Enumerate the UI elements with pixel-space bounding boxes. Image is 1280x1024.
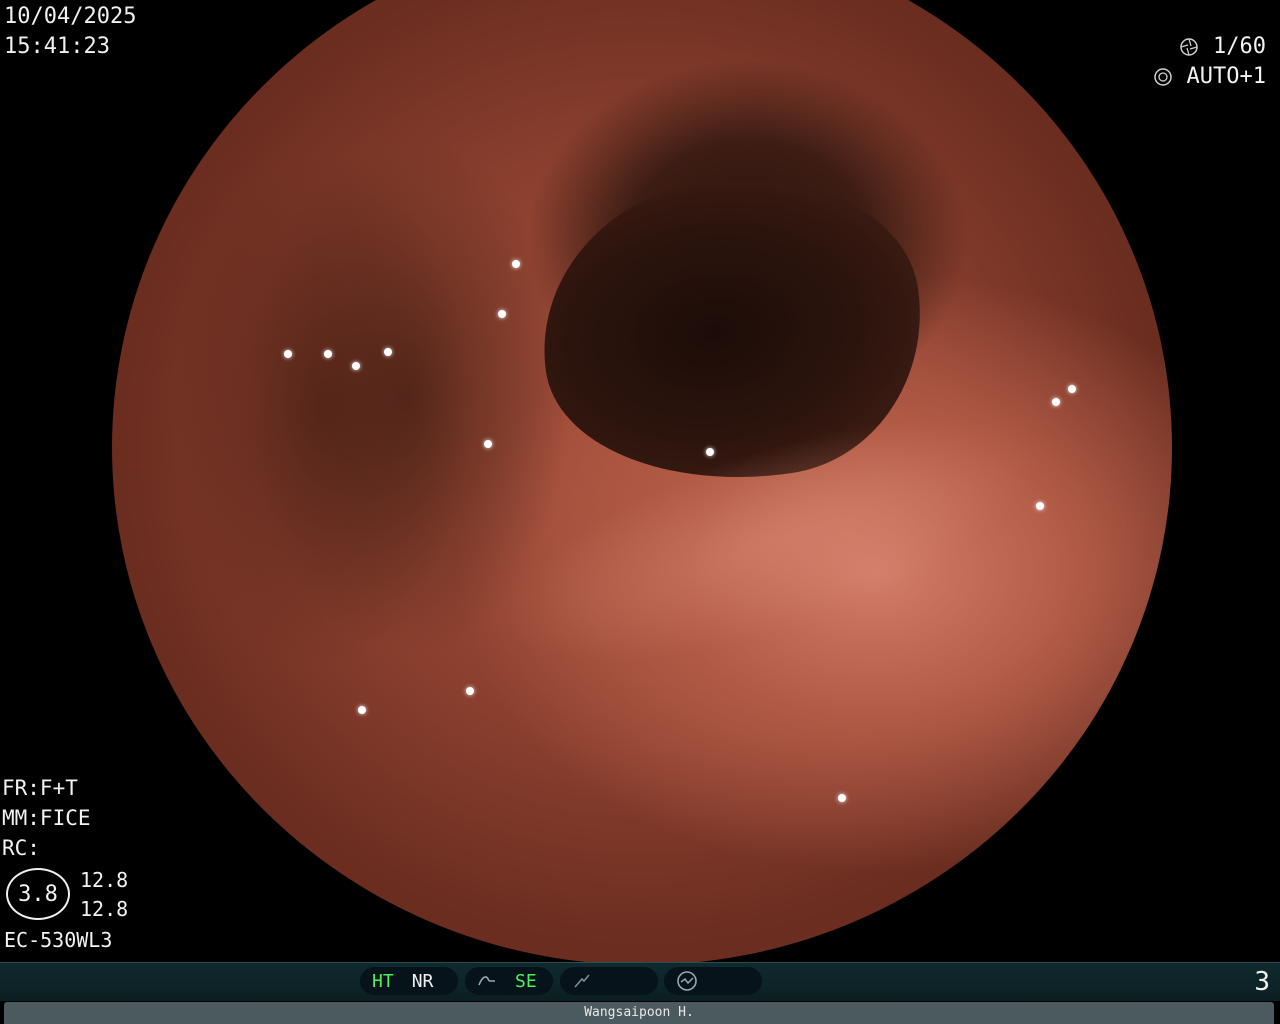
ht-indicator: HT [372, 970, 394, 992]
processing-pill-gauge[interactable] [664, 967, 762, 995]
scope-model-label: EC-530WL3 [4, 928, 113, 952]
zoom-ratio-badge: 3.8 [6, 868, 70, 920]
record-label: RC: [2, 836, 40, 860]
specular-highlight [384, 348, 392, 356]
exam-time: 15:41:23 [4, 34, 110, 59]
image-counter: 3 [1254, 967, 1270, 997]
operator-name: Wangsaipoon H. [584, 1005, 694, 1020]
specular-highlight [1052, 398, 1060, 406]
aperture-icon [1180, 38, 1198, 56]
image-mode-label: MM:FICE [2, 806, 91, 830]
enhance-icon [574, 974, 590, 988]
iris-mode-value: AUTO+1 [1186, 64, 1266, 89]
specular-highlight [484, 440, 492, 448]
specular-highlight [498, 310, 506, 318]
nr-indicator: NR [411, 970, 434, 992]
operator-name-bar: Wangsaipoon H. [4, 1002, 1274, 1024]
specular-highlight [284, 350, 292, 358]
iris-mode-indicator: AUTO+1 [1153, 62, 1266, 92]
ratio-upper-value: 12.8 [80, 868, 129, 892]
processing-pill-se[interactable]: SE [465, 967, 553, 995]
endoscope-view [112, 0, 1172, 965]
specular-highlight [466, 687, 474, 695]
processing-pill-enhance[interactable] [560, 967, 658, 995]
specular-highlight [358, 706, 366, 714]
ratio-lower-value: 12.8 [80, 897, 129, 921]
tone-curve-icon [478, 976, 495, 986]
specular-highlight [706, 448, 714, 456]
mucosal-fold-shadow [172, 150, 472, 670]
shutter-speed-value: 1/60 [1213, 34, 1266, 59]
status-bar: HT NR SE 3 [0, 962, 1280, 1001]
exam-date: 10/04/2025 [4, 4, 137, 29]
specular-highlight [324, 350, 332, 358]
specular-highlight [352, 362, 360, 370]
zoom-ratio-value: 3.8 [18, 881, 58, 907]
gauge-icon [677, 971, 697, 991]
specular-highlight [1036, 502, 1044, 510]
specular-highlight [512, 260, 520, 268]
se-indicator: SE [515, 970, 537, 992]
specular-highlight [1068, 385, 1076, 393]
iris-icon [1153, 68, 1172, 86]
freeze-mode-label: FR:F+T [2, 776, 78, 800]
shutter-speed-indicator: 1/60 [1179, 32, 1266, 62]
processing-pill-ht-nr[interactable]: HT NR [360, 967, 458, 995]
specular-highlight [838, 794, 846, 802]
